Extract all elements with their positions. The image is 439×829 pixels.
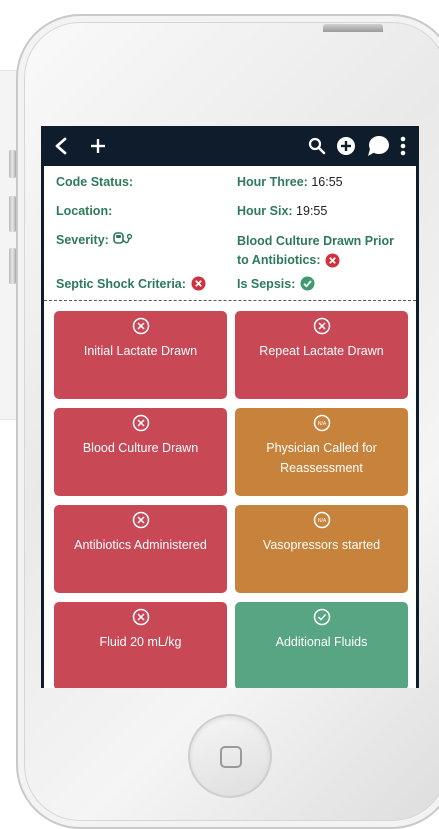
tile-label: Additional Fluids [275,635,368,649]
volume-up-button [9,196,16,232]
na-circle-icon: N/A [313,414,330,432]
hour-six-label: Hour Six: [237,204,293,218]
tile-antibiotics-administered[interactable]: Antibiotics Administered [54,505,227,593]
blood-culture-prior-label-line2: to Antibiotics: [237,253,321,267]
tile-initial-lactate-drawn[interactable]: Initial Lactate Drawn [54,311,227,399]
chat-bubble-icon [368,136,389,156]
tile-label: Blood Culture Drawn [82,441,199,455]
sepsis-bundle-grid: Initial Lactate Drawn Repeat Lactate Dra… [44,301,416,688]
severity-label: Severity: [56,233,109,247]
x-circle-status-icon [191,276,206,291]
x-circle-icon [132,317,149,335]
severity-row: Severity: [56,232,133,248]
septic-shock-label: Septic Shock Criteria: [56,276,186,291]
tile-fluid-20-ml-kg[interactable]: Fluid 20 mL/kg [54,602,227,688]
x-circle-status-icon [325,253,340,268]
is-sepsis-row: Is Sepsis: [237,276,315,291]
blood-culture-prior-row: Blood Culture Drawn Prior to Antibiotics… [237,232,394,270]
device-mockup: Code Status: Hour Three: 16:55 Location:… [0,0,439,829]
code-status-row: Code Status: [56,175,133,189]
x-circle-icon [132,414,149,432]
na-text: N/A [317,421,326,427]
blood-culture-prior-label-line1: Blood Culture Drawn Prior [237,234,394,248]
tile-physician-called[interactable]: N/A Physician Called for Reassessment [235,408,408,496]
search-button[interactable] [308,137,326,155]
power-button [323,24,383,32]
location-row: Location: [56,204,112,218]
check-circle-icon [313,608,330,626]
tile-label: Antibiotics Administered [74,538,207,552]
is-sepsis-label: Is Sepsis: [237,276,296,291]
more-options-button[interactable] [400,136,406,156]
home-button[interactable] [188,714,272,798]
stethoscope-icon[interactable] [113,232,133,248]
add-circle-button[interactable] [336,136,356,156]
location-label: Location: [56,204,113,218]
hour-three-row: Hour Three: 16:55 [237,175,343,189]
add-button[interactable] [90,138,106,154]
plus-icon [91,139,105,153]
x-circle-icon [132,511,149,529]
tile-repeat-lactate-drawn[interactable]: Repeat Lactate Drawn [235,311,408,399]
tile-label: Physician Called for Reassessment [266,441,377,475]
back-button[interactable] [54,137,68,155]
check-circle-status-icon [300,276,315,291]
na-text: N/A [317,518,326,524]
hour-three-value: 16:55 [311,175,343,189]
septic-shock-row: Septic Shock Criteria: [56,276,206,291]
tile-label: Fluid 20 mL/kg [99,635,182,649]
app-screen: Code Status: Hour Three: 16:55 Location:… [41,126,419,688]
top-navbar [44,126,416,166]
hour-six-row: Hour Six: 19:55 [237,204,327,218]
home-square-icon [220,746,242,768]
navbar-actions [308,135,406,157]
na-circle-icon: N/A [313,511,330,529]
tile-blood-culture-drawn[interactable]: Blood Culture Drawn [54,408,227,496]
x-circle-icon [132,608,149,626]
tile-label: Initial Lactate Drawn [83,344,198,358]
tile-label: Vasopressors started [262,538,381,552]
mute-switch [9,150,16,178]
plus-circle-icon [337,137,355,155]
volume-down-button [9,248,16,284]
code-status-label: Code Status: [56,175,134,189]
patient-info-section: Code Status: Hour Three: 16:55 Location:… [44,166,416,301]
hour-three-label: Hour Three: [237,175,308,189]
chevron-left-icon [55,137,67,155]
tile-vasopressors-started[interactable]: N/A Vasopressors started [235,505,408,593]
kebab-menu-icon [400,136,406,156]
search-icon [308,137,326,155]
x-circle-icon [313,317,330,335]
blood-culture-prior-line2: to Antibiotics: [237,251,394,270]
hour-six-value: 19:55 [296,204,328,218]
tile-label: Repeat Lactate Drawn [259,344,384,358]
chat-button[interactable] [366,135,390,157]
tile-additional-fluids[interactable]: Additional Fluids [235,602,408,688]
